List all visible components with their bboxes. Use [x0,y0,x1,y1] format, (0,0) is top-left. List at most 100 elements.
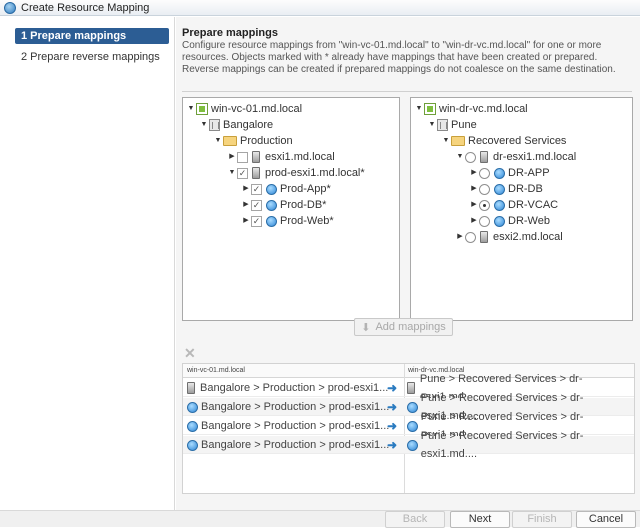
tree-node-label: Prod-DB* [280,199,327,211]
expand-icon[interactable]: ▶ [455,229,465,245]
radio-button[interactable] [479,215,490,227]
radio-button[interactable] [465,151,476,163]
checkbox-checked[interactable]: ✓ [251,183,262,195]
tree-node-label: DR-VCAC [508,199,559,211]
expand-icon[interactable]: ▶ [241,213,251,229]
expand-icon[interactable]: ▼ [441,133,451,149]
expand-icon[interactable]: ▶ [241,197,251,213]
mapping-source: Bangalore > Production > prod-esxi1... [201,439,390,451]
tree-node-target-pool1[interactable]: ▶ DR-APP [469,165,550,181]
step-prepare-mappings[interactable]: 1 Prepare mappings [15,28,169,44]
expand-icon[interactable]: ▶ [469,181,479,197]
resource-pool-icon [266,215,277,227]
datacenter-icon [437,119,448,131]
expand-icon[interactable]: ▼ [199,117,209,133]
tree-node-target-datacenter[interactable]: ▼ Pune [427,117,477,133]
expand-icon[interactable]: ▼ [455,149,465,165]
folder-icon [451,136,465,146]
radio-button-selected[interactable] [479,199,490,211]
host-icon [407,382,415,394]
tree-node-target-folder[interactable]: ▼ Recovered Services [441,133,567,149]
tree-node-label: DR-APP [508,167,550,179]
resource-pool-icon [187,420,198,432]
tree-node-label: win-dr-vc.md.local [439,103,528,115]
divider [182,91,632,92]
mapping-source: Bangalore > Production > prod-esxi1... [201,420,390,432]
tree-node-label: Prod-Web* [280,215,334,227]
tree-node-source-datacenter[interactable]: ▼ Bangalore [199,117,273,133]
tree-node-label: DR-DB [508,183,543,195]
checkbox-checked[interactable]: ✓ [237,167,248,179]
vcenter-icon [196,103,208,115]
tree-node-label: win-vc-01.md.local [211,103,303,115]
host-icon [187,382,195,394]
resource-pool-icon [187,401,198,413]
radio-button[interactable] [479,183,490,195]
tree-node-target-pool4[interactable]: ▶ DR-Web [469,213,550,229]
tree-node-label: dr-esxi1.md.local [493,151,577,163]
table-row[interactable]: Bangalore > Production > prod-esxi1... ➜… [183,430,634,460]
resource-pool-icon [187,439,198,451]
expand-icon[interactable]: ▶ [227,149,237,165]
expand-icon[interactable]: ▼ [414,101,424,117]
expand-icon[interactable]: ▼ [427,117,437,133]
remove-mapping-icon[interactable]: ✕ [184,345,196,362]
expand-icon[interactable]: ▼ [213,133,223,149]
tree-node-label: prod-esxi1.md.local* [265,167,365,179]
source-tree-pane[interactable]: ▼ win-vc-01.md.local ▼ Bangalore ▼ Produ… [182,97,400,321]
wizard-steps-sidebar: 1 Prepare mappings 2 Prepare reverse map… [0,17,175,510]
add-mappings-button[interactable]: ⬇ Add mappings [354,318,453,336]
tree-node-label: Recovered Services [468,135,567,147]
expand-icon[interactable]: ▶ [469,165,479,181]
wizard-main-panel: Prepare mappings Configure resource mapp… [176,17,640,510]
expand-icon[interactable]: ▶ [469,213,479,229]
tree-node-source-pool1[interactable]: ▶ ✓ Prod-App* [241,181,330,197]
expand-icon[interactable]: ▼ [186,101,196,117]
checkbox[interactable] [237,151,248,163]
tree-node-source-vcenter[interactable]: ▼ win-vc-01.md.local [186,101,302,117]
tree-node-target-vcenter[interactable]: ▼ win-dr-vc.md.local [414,101,528,117]
tree-node-source-folder[interactable]: ▼ Production [213,133,293,149]
tree-node-label: esxi2.md.local [493,231,563,243]
target-tree-pane[interactable]: ▼ win-dr-vc.md.local ▼ Pune ▼ Recovered … [410,97,633,321]
radio-button[interactable] [479,167,490,179]
back-button[interactable]: Back [385,511,445,528]
tree-node-source-host2[interactable]: ▼ ✓ prod-esxi1.md.local* [227,165,365,181]
host-icon [252,167,260,179]
column-header-source[interactable]: win-vc-01.md.local [187,364,245,378]
expand-icon[interactable]: ▼ [227,165,237,181]
radio-button[interactable] [465,231,476,243]
mapping-target: Pune > Recovered Services > dr-esxi1.md.… [420,430,584,460]
step-prepare-reverse-mappings[interactable]: 2 Prepare reverse mappings [15,49,169,65]
window-title: Create Resource Mapping [21,1,150,14]
resource-pool-icon [494,167,505,179]
tree-node-label: esxi1.md.local [265,151,335,163]
arrow-right-icon: ➜ [387,438,398,452]
host-icon [480,151,488,163]
title-bar: Create Resource Mapping [0,0,640,16]
resource-pool-icon [266,183,277,195]
expand-icon[interactable]: ▶ [469,197,479,213]
tree-node-target-host1[interactable]: ▼ dr-esxi1.md.local [455,149,576,165]
tree-node-source-pool2[interactable]: ▶ ✓ Prod-DB* [241,197,326,213]
resource-pool-icon [494,199,505,211]
host-icon [480,231,488,243]
tree-node-label: Production [240,135,293,147]
checkbox-checked[interactable]: ✓ [251,215,262,227]
checkbox-checked[interactable]: ✓ [251,199,262,211]
cancel-button[interactable]: Cancel [576,511,636,528]
tree-node-target-pool2[interactable]: ▶ DR-DB [469,181,543,197]
next-button[interactable]: Next [450,511,510,528]
tree-node-target-host2[interactable]: ▶ esxi2.md.local [455,229,563,245]
tree-node-source-pool3[interactable]: ▶ ✓ Prod-Web* [241,213,334,229]
tree-node-target-pool3[interactable]: ▶ DR-VCAC [469,197,558,213]
expand-icon[interactable]: ▶ [241,181,251,197]
finish-button[interactable]: Finish [512,511,572,528]
app-icon [4,1,16,14]
mapping-source: Bangalore > Production > prod-esxi1... [201,401,390,413]
mapping-source: Bangalore > Production > prod-esxi1... [200,382,389,394]
tree-node-label: Pune [451,119,477,131]
resource-pool-icon [494,183,505,195]
tree-node-source-host1[interactable]: ▶ esxi1.md.local [227,149,335,165]
vcenter-icon [424,103,436,115]
